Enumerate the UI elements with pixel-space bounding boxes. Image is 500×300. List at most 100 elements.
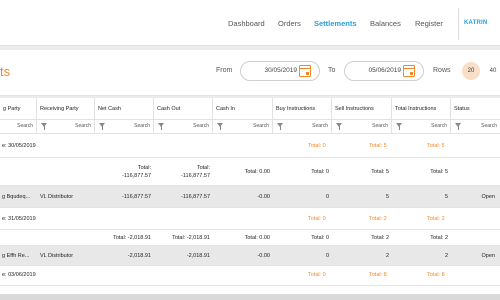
group-total-buy: Total: 0 [308,272,326,278]
group-total-sell: Total: 2 [369,216,387,222]
search-placeholder[interactable]: Search [75,123,91,129]
filter-cell[interactable]: Search [95,120,154,134]
group-header-row[interactable]: e: 03/06/2019 Total: 0 Total: 8 Total: 8 [0,266,500,286]
filter-cell[interactable]: Search [392,120,451,134]
group-date-label: e: 03/06/2019 [2,272,36,278]
from-date-field[interactable]: 30/05/2019 [240,61,320,81]
nav-settlements[interactable]: Settlements [314,19,357,28]
column-header-cash-in[interactable]: Cash In [213,98,273,120]
filter-icon[interactable] [41,123,47,130]
nav-divider [458,8,459,40]
column-header-sell-instructions[interactable]: Sell Instructions [332,98,392,120]
filter-row: Search Search Search Search Search Searc… [0,120,500,134]
nav-orders[interactable]: Orders [278,19,301,28]
subtotal-total: Total: 5 [430,169,448,175]
filter-cell[interactable]: Search [154,120,213,134]
filter-icon[interactable] [277,123,283,130]
total-instructions-cell: 5 [444,194,448,200]
column-header-buy-instructions[interactable]: Buy Instructions [273,98,332,120]
column-header-sending-party[interactable]: g Party [0,98,37,120]
group-total-sell: Total: 5 [369,143,387,149]
subtotal-net-value: -116,877.57 [122,173,151,179]
to-label: To [328,67,336,74]
nav-balances[interactable]: Balances [370,19,401,28]
column-header-net-cash[interactable]: Net Cash [95,98,154,120]
group-total-buy: Total: 0 [308,216,326,222]
filter-icon[interactable] [455,123,461,130]
top-navigation: Dashboard Orders Settlements Balances Re… [0,0,500,46]
group-total-buy: Total: 0 [308,143,326,149]
nav-dashboard[interactable]: Dashboard [228,19,265,28]
search-placeholder[interactable]: Search [372,123,388,129]
filter-icon[interactable] [158,123,164,130]
search-placeholder[interactable]: Search [312,123,328,129]
buy-instructions-cell: 0 [325,253,329,259]
table-row[interactable]: g Bqudeq... VL Distributor -116,877.57 -… [0,186,500,208]
table-row[interactable]: g Effh Re... VL Distributor -2,018.91 -2… [0,246,500,266]
subtotal-sell: Total: 2 [371,235,389,241]
search-placeholder[interactable]: Search [193,123,209,129]
filter-cell[interactable]: Search [332,120,392,134]
receiving-party-cell: VL Distributor [40,194,74,200]
search-placeholder[interactable]: Search [134,123,150,129]
column-header-status[interactable]: Status [451,98,500,120]
total-instructions-cell: 2 [444,253,448,259]
column-header-cash-out[interactable]: Cash Out [154,98,213,120]
subtotal-buy: Total: 0 [311,169,329,175]
filter-cell[interactable]: Search [273,120,332,134]
group-total-total: Total: 2 [427,216,445,222]
from-label: From [216,67,233,74]
subtotal-total: Total: 2 [430,235,448,241]
search-placeholder[interactable]: Search [431,123,447,129]
group-total-sell: Total: 8 [369,272,387,278]
status-cell: Open [481,253,495,259]
filter-cell[interactable]: Search [0,120,37,134]
filter-icon[interactable] [217,123,223,130]
cash-out-cell: -116,877.57 [181,194,210,200]
subtotal-sell: Total: 5 [371,169,389,175]
settlements-header: ts From 30/05/2019 To 05/06/2019 Rows 20… [0,50,500,96]
group-date-label: e: 31/05/2019 [2,216,36,222]
subtotal-cash-out: Total: -2,018.91 [172,235,210,241]
subtotal-buy: Total: 0 [311,235,329,241]
group-date-label: e: 30/05/2019 [2,143,36,149]
to-date-field[interactable]: 05/06/2019 [344,61,424,81]
subtotal-row: Total: -116,877.57 Total: -116,877.57 To… [0,158,500,186]
group-header-row[interactable]: e: 30/05/2019 Total: 0 Total: 5 Total: 5 [0,134,500,158]
subtotal-cash-out-value: -116,877.57 [181,173,210,179]
subtotal-net-label: Total: [137,165,151,171]
net-cash-cell: -116,877.57 [122,194,151,200]
rows-label: Rows [433,67,451,74]
calendar-icon[interactable] [299,65,311,77]
receiving-party-cell: VL Distributor [40,253,74,259]
group-total-total: Total: 8 [427,272,445,278]
subtotal-cash-in: Total: 0.00 [244,169,270,175]
subtotal-cash-out-label: Total: [196,165,210,171]
rows-option-40[interactable]: 40 [484,62,500,80]
net-cash-cell: -2,018.91 [127,253,151,259]
filter-cell[interactable]: Search [451,120,500,134]
filter-icon[interactable] [99,123,105,130]
status-cell: Open [481,194,495,200]
filter-cell[interactable]: Search [213,120,273,134]
subtotal-cash-in: Total: 0.00 [244,235,270,241]
search-placeholder[interactable]: Search [17,123,33,129]
user-menu[interactable]: KATRIN [464,20,487,26]
nav-register[interactable]: Register [415,19,443,28]
column-header-total-instructions[interactable]: Total Instructions [392,98,451,120]
search-placeholder[interactable]: Search [253,123,269,129]
column-header-receiving-party[interactable]: Receiving Party [37,98,95,120]
filter-cell[interactable]: Search [37,120,95,134]
rows-option-20[interactable]: 20 [462,62,480,80]
group-header-row[interactable]: e: 31/05/2019 Total: 0 Total: 2 Total: 2 [0,208,500,230]
to-date-value: 05/06/2019 [368,67,401,74]
window-bottom-edge [0,294,500,300]
cash-out-cell: -2,018.91 [186,253,210,259]
group-total-total: Total: 5 [427,143,445,149]
filter-icon[interactable] [336,123,342,130]
subtotal-row: Total: -2,018.91 Total: -2,018.91 Total:… [0,230,500,246]
sell-instructions-cell: 2 [385,253,389,259]
search-placeholder[interactable]: Search [481,123,497,129]
filter-icon[interactable] [396,123,402,130]
calendar-icon[interactable] [403,65,415,77]
